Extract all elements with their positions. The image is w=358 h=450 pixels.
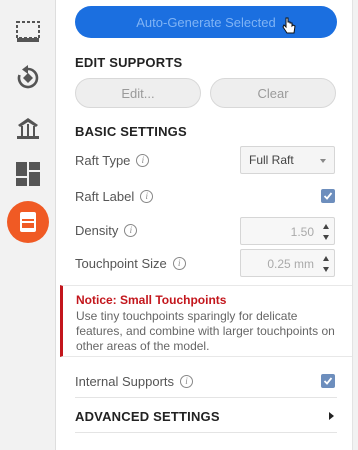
edit-supports-heading: EDIT SUPPORTS <box>75 55 183 70</box>
auto-generate-button[interactable]: Auto-Generate Selected <box>75 6 337 38</box>
touchpoint-size-row: Touchpoint Size i <box>75 256 186 271</box>
density-row: Density i <box>75 223 138 238</box>
chevron-down-icon <box>320 159 326 163</box>
stepper-arrows-icon[interactable] <box>322 255 330 273</box>
touchpoint-size-value: 0.25 mm <box>267 257 314 271</box>
notice-title: Notice: Small Touchpoints <box>76 293 227 307</box>
support-icon[interactable] <box>10 110 46 146</box>
edit-button[interactable]: Edit... <box>75 78 201 108</box>
checkmark-icon <box>323 192 333 200</box>
small-touchpoints-notice: Notice: Small Touchpoints Use tiny touch… <box>60 285 352 357</box>
density-stepper[interactable]: 1.50 <box>240 217 335 245</box>
density-value: 1.50 <box>290 225 314 239</box>
supports-panel: Auto-Generate Selected EDIT SUPPORTS Edi… <box>60 0 358 450</box>
info-icon[interactable]: i <box>140 190 154 203</box>
info-icon[interactable]: i <box>136 154 150 167</box>
divider <box>75 432 337 433</box>
chevron-right-icon[interactable] <box>329 412 334 420</box>
raft-type-row: Raft Type i <box>75 153 150 168</box>
internal-supports-row: Internal Supports i <box>75 374 194 389</box>
stepper-arrows-icon[interactable] <box>322 223 330 241</box>
hand-cursor-icon <box>282 17 296 34</box>
left-toolbar <box>0 0 56 450</box>
internal-supports-label: Internal Supports <box>75 374 175 389</box>
touchpoint-size-stepper[interactable]: 0.25 mm <box>240 249 335 277</box>
info-icon[interactable]: i <box>180 375 194 388</box>
raft-label-label: Raft Label <box>75 189 135 204</box>
notice-body: Use tiny touchpoints sparingly for delic… <box>76 309 335 353</box>
info-icon[interactable]: i <box>124 224 138 237</box>
layout-grid-icon[interactable] <box>10 156 46 192</box>
checkmark-icon <box>323 377 333 385</box>
advanced-settings-toggle[interactable]: ADVANCED SETTINGS <box>75 409 220 424</box>
raft-label-checkbox[interactable] <box>321 189 335 203</box>
select-box-icon[interactable] <box>10 14 46 50</box>
raft-type-label: Raft Type <box>75 153 131 168</box>
raft-type-value: Full Raft <box>249 153 294 167</box>
clear-button[interactable]: Clear <box>210 78 336 108</box>
density-label: Density <box>75 223 119 238</box>
printer-icon[interactable] <box>7 201 49 243</box>
basic-settings-heading: BASIC SETTINGS <box>75 124 187 139</box>
info-icon[interactable]: i <box>172 257 186 270</box>
raft-type-select[interactable]: Full Raft <box>240 146 335 174</box>
touchpoint-size-label: Touchpoint Size <box>75 256 167 271</box>
raft-label-row: Raft Label i <box>75 189 154 204</box>
rotate-icon[interactable] <box>10 60 46 96</box>
internal-supports-checkbox[interactable] <box>321 374 335 388</box>
divider <box>75 397 337 398</box>
panel-scrollbar[interactable] <box>352 0 358 450</box>
